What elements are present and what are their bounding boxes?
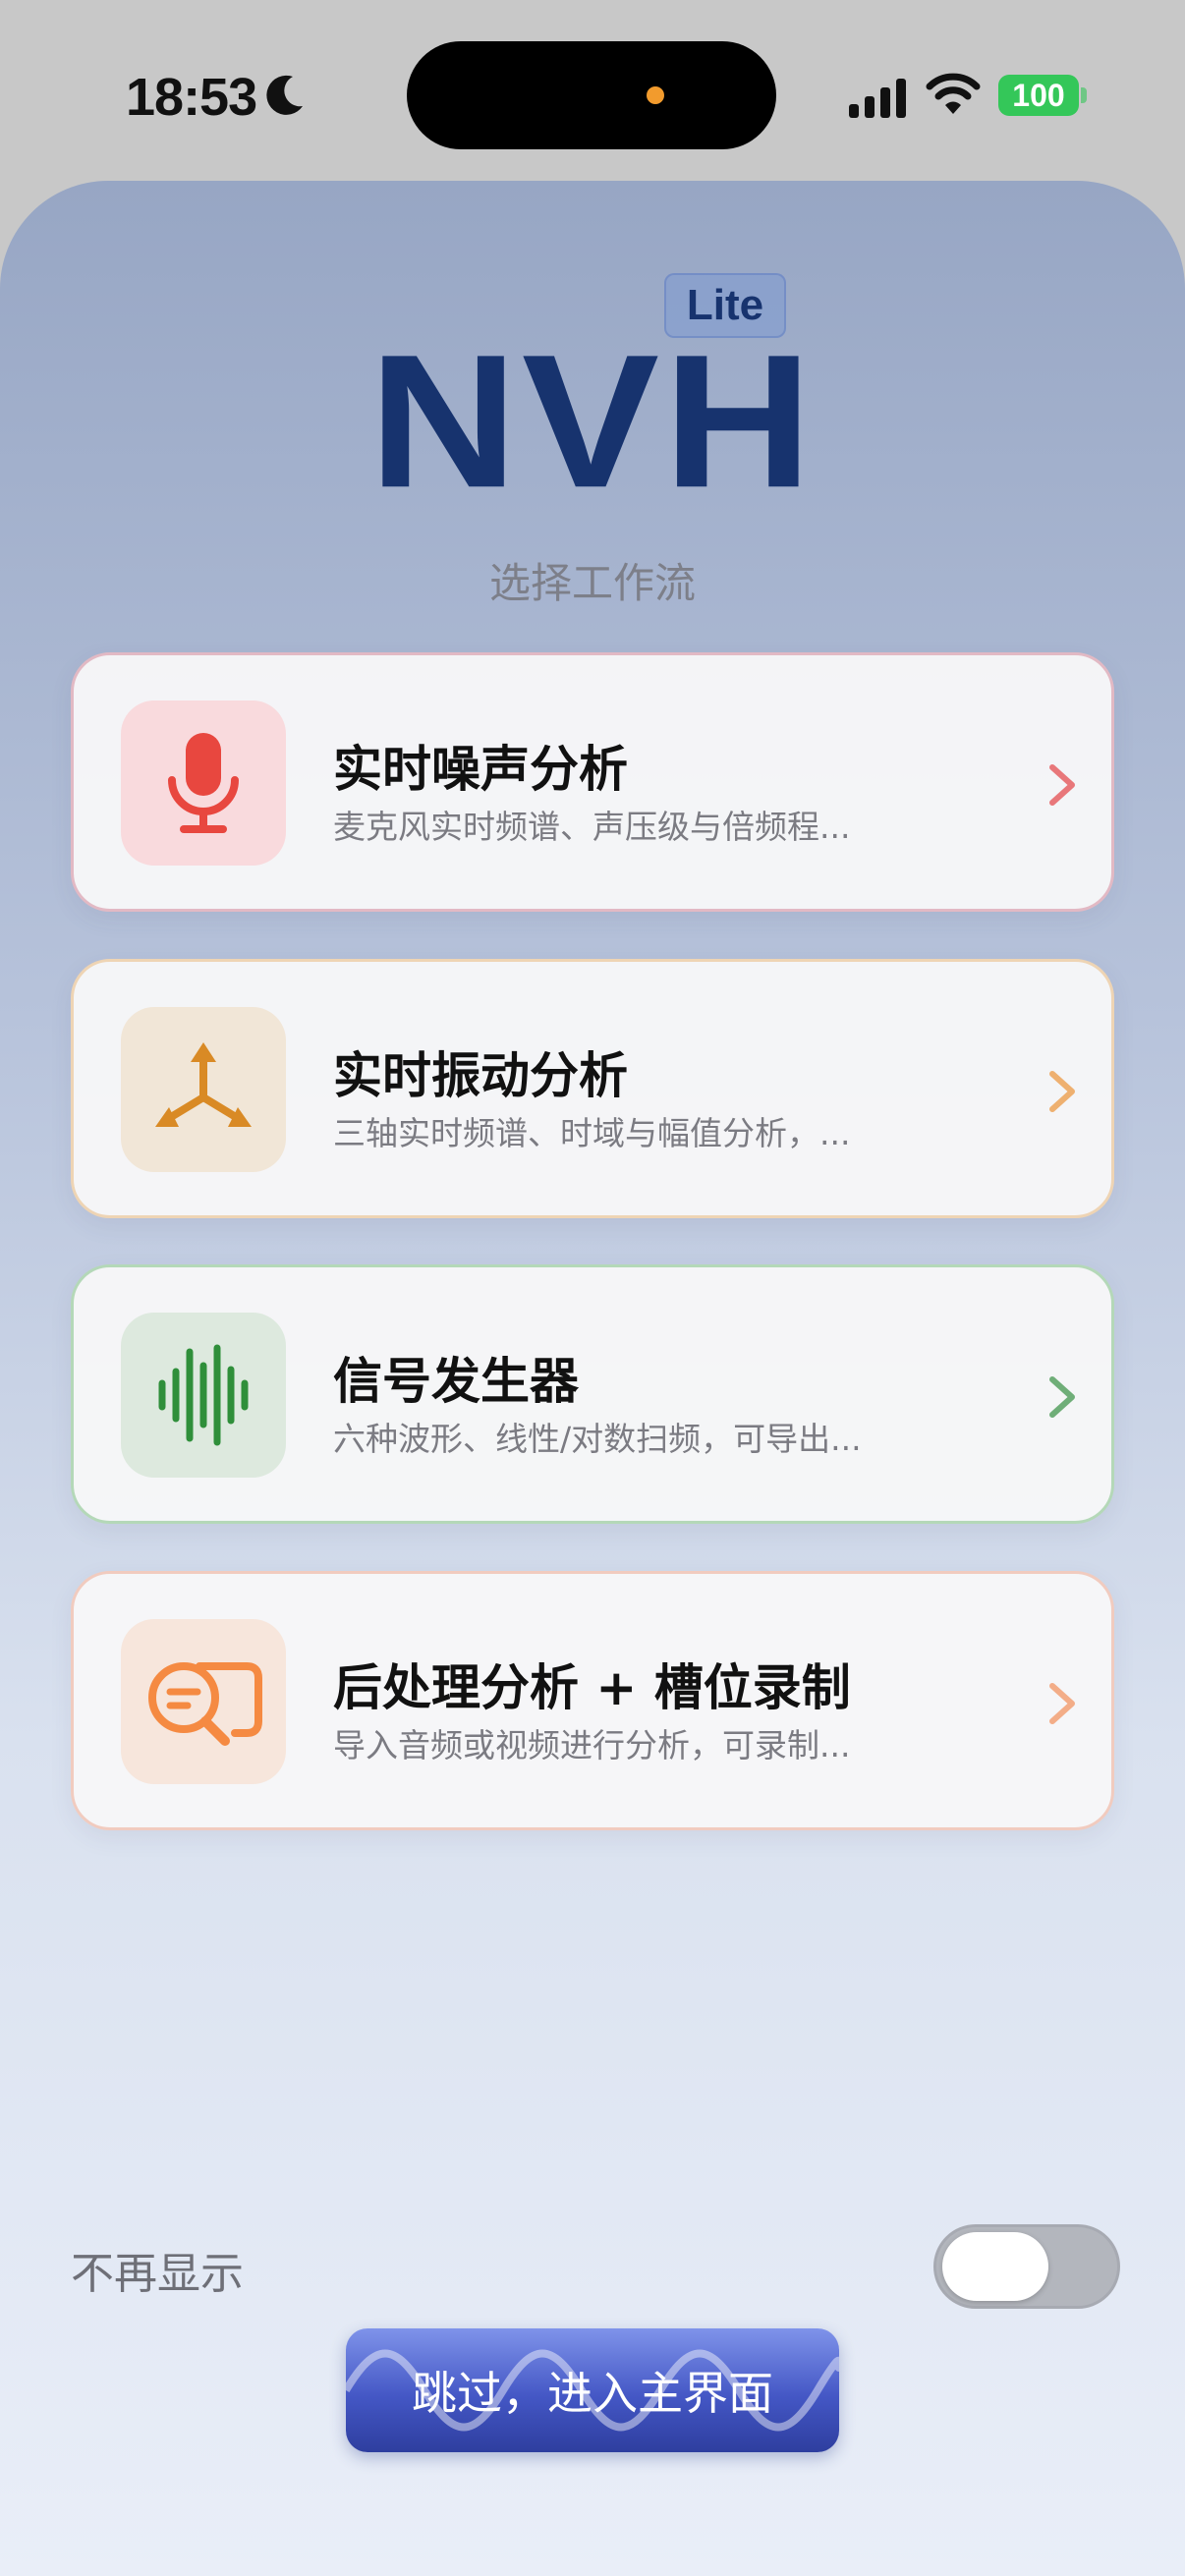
wifi-icon <box>926 73 981 114</box>
workflow-description: 导入音频或视频进行分析，可录制... <box>333 1726 851 1764</box>
chevron-right-icon <box>1049 764 1075 806</box>
chevron-right-icon <box>1049 1071 1075 1112</box>
chat-search-icon <box>148 1662 262 1746</box>
lite-badge: Lite <box>664 273 786 338</box>
status-time: 18:53 <box>126 68 257 127</box>
workflow-card-vibration[interactable]: 实时振动分析 三轴实时频谱、时域与幅值分析，... <box>71 959 1114 1218</box>
workflow-sheet: NVH Lite 选择工作流 实时噪声分析 麦克风实时频谱、声压级与倍频程... <box>0 181 1185 2576</box>
workflow-title: 实时噪声分析 <box>333 741 628 798</box>
workflow-card-post-processing[interactable]: 后处理分析 + 槽位录制 导入音频或视频进行分析，可录制... <box>71 1571 1114 1830</box>
camera-indicator-icon <box>647 86 664 104</box>
icon-container <box>121 1619 286 1784</box>
status-bar: 18:53 100 <box>0 0 1185 187</box>
waveform-icon <box>158 1344 249 1446</box>
toggle-knob <box>942 2232 1048 2301</box>
workflow-description: 三轴实时频谱、时域与幅值分析，... <box>333 1114 851 1152</box>
skip-button-label: 跳过，进入主界面 <box>412 2367 773 2420</box>
battery-indicator: 100 <box>998 75 1079 116</box>
workflow-description: 六种波形、线性/对数扫频，可导出... <box>333 1420 862 1458</box>
workflow-title: 实时振动分析 <box>333 1047 628 1104</box>
workflow-card-signal-generator[interactable]: 信号发生器 六种波形、线性/对数扫频，可导出... <box>71 1264 1114 1524</box>
battery-tip <box>1081 87 1087 103</box>
icon-container <box>121 700 286 866</box>
three-axis-icon <box>155 1042 252 1127</box>
chevron-right-icon <box>1049 1683 1075 1724</box>
icon-container <box>121 1007 286 1172</box>
workflow-card-noise[interactable]: 实时噪声分析 麦克风实时频谱、声压级与倍频程... <box>71 652 1114 912</box>
page-subtitle: 选择工作流 <box>488 559 696 607</box>
dont-show-again-label: 不再显示 <box>71 2249 244 2299</box>
cellular-signal-icon <box>849 79 906 118</box>
dont-show-again-toggle[interactable] <box>933 2224 1120 2309</box>
skip-to-main-button[interactable]: 跳过，进入主界面 <box>346 2328 839 2452</box>
icon-container <box>121 1313 286 1478</box>
workflow-title: 信号发生器 <box>333 1353 579 1410</box>
chevron-right-icon <box>1049 1376 1075 1418</box>
workflow-title: 后处理分析 + 槽位录制 <box>333 1659 851 1716</box>
app-logo: NVH <box>368 314 817 528</box>
workflow-description: 麦克风实时频谱、声压级与倍频程... <box>333 808 851 846</box>
moon-icon <box>266 75 303 115</box>
dynamic-island <box>407 41 776 149</box>
microphone-icon <box>168 733 239 833</box>
